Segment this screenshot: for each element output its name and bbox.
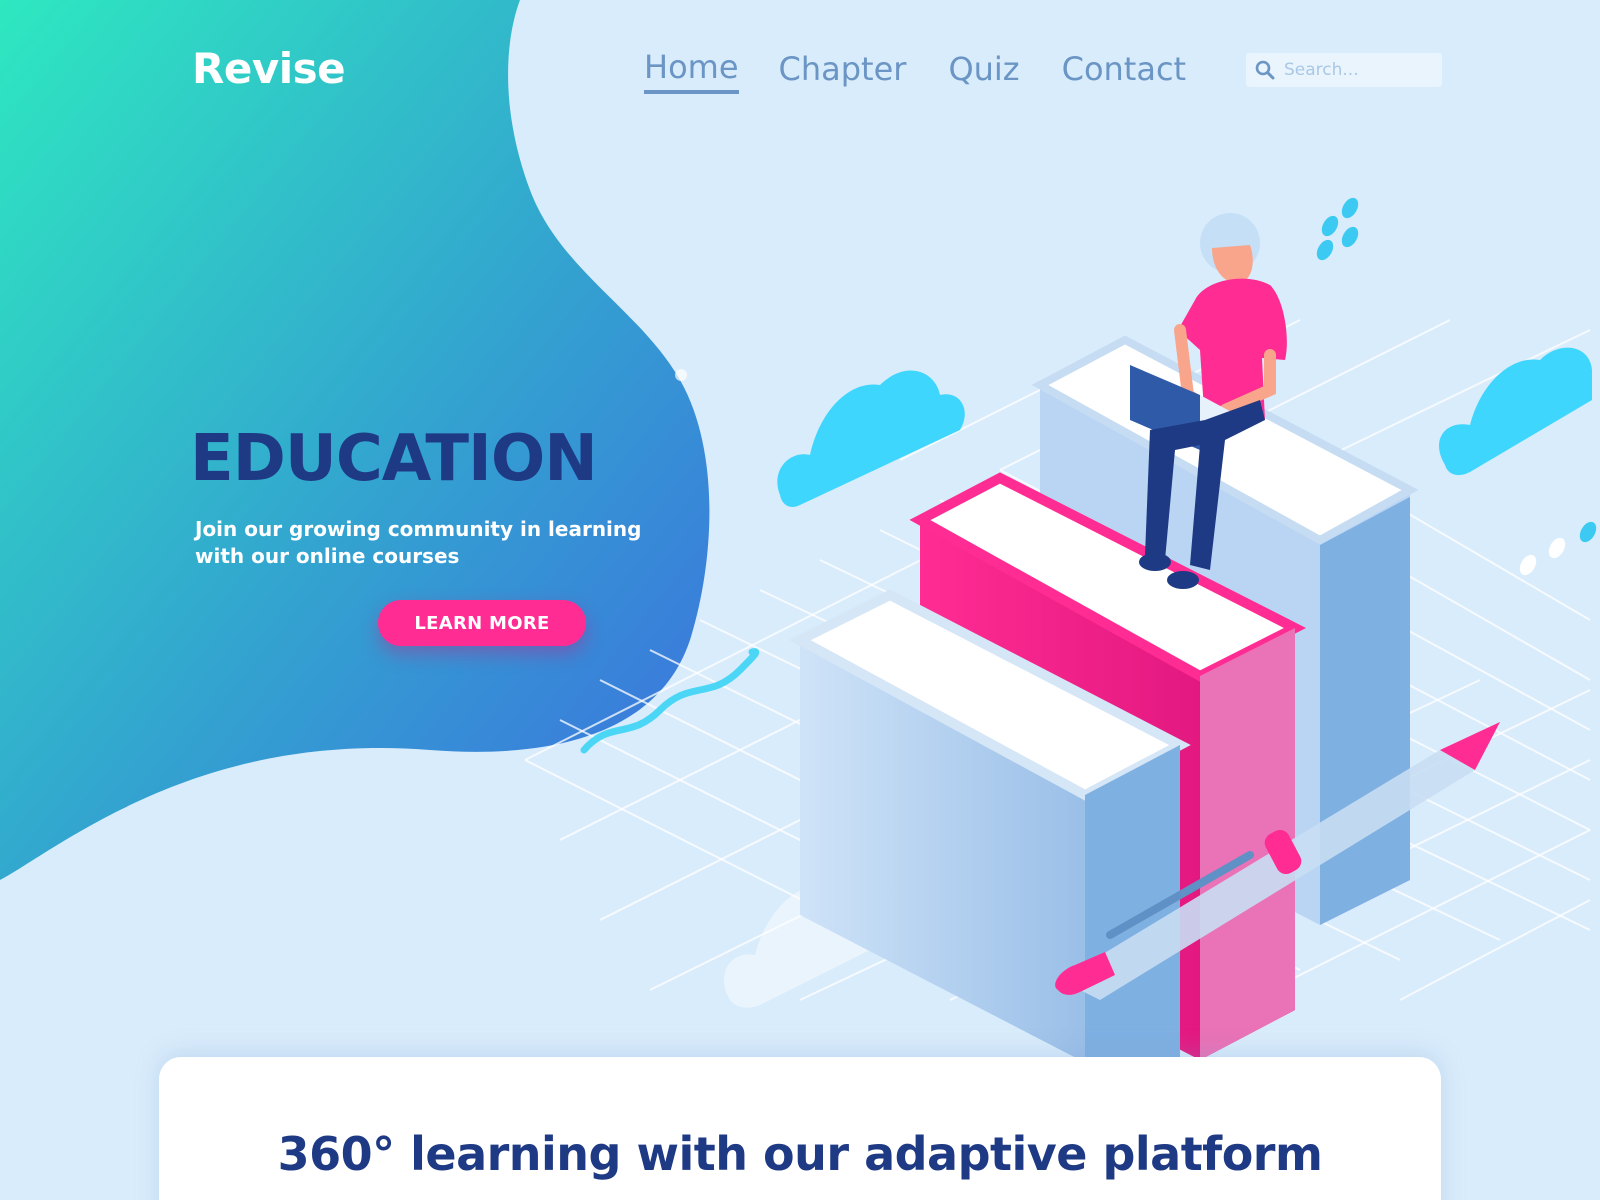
search-icon[interactable] <box>1254 59 1276 81</box>
cloud-icon <box>1439 347 1592 476</box>
learn-more-button[interactable]: LEARN MORE <box>378 600 586 646</box>
feature-card: 360° learning with our adaptive platform <box>159 1057 1441 1200</box>
hero-subtitle: Join our growing community in learning w… <box>195 517 642 568</box>
search-box[interactable] <box>1246 53 1442 87</box>
nav-quiz[interactable]: Quiz <box>948 50 1019 92</box>
main-nav: Home Chapter Quiz Contact <box>644 48 1186 94</box>
search-input[interactable] <box>1282 59 1436 81</box>
nav-contact[interactable]: Contact <box>1062 50 1187 92</box>
hero-title: EDUCATION <box>190 422 598 496</box>
cloud-icon <box>777 370 965 507</box>
hero-illustration <box>0 0 1597 1060</box>
nav-home[interactable]: Home <box>644 48 739 94</box>
nav-chapter[interactable]: Chapter <box>779 50 907 92</box>
landing-page: Revise Home Chapter Quiz Contact EDUCATI… <box>0 0 1600 1200</box>
feature-card-title: 360° learning with our adaptive platform <box>277 1127 1323 1181</box>
brand-logo[interactable]: Revise <box>192 44 346 93</box>
